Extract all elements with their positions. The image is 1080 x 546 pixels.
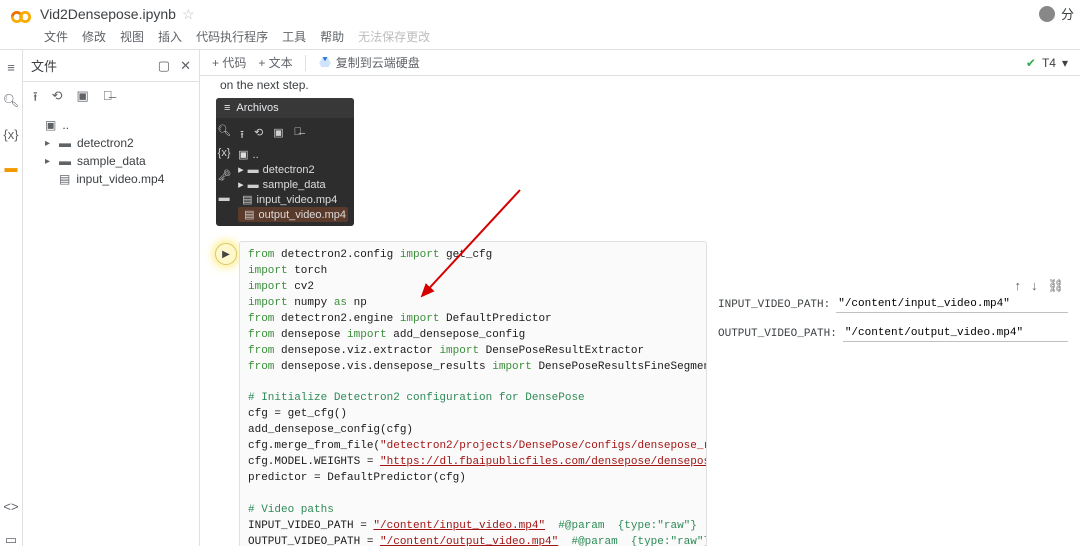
upload-icon[interactable]: ⭱ bbox=[33, 88, 38, 110]
copy-to-drive-label: 复制到云端硬盘 bbox=[336, 54, 420, 71]
left-rail: ≡ 🔍︎ {x} ▬ <> ▭ bbox=[0, 50, 23, 546]
menu-view[interactable]: 视图 bbox=[120, 28, 144, 45]
new-window-icon[interactable]: ▢ bbox=[158, 58, 170, 74]
param-input-label: INPUT_VIDEO_PATH: bbox=[718, 299, 830, 311]
status-check-icon: ✔ bbox=[1026, 56, 1036, 70]
dark-files-panel: ≡ Archivos 🔍︎ {x} 🗝 ▬ ⭱ ⟲ ▣ bbox=[216, 98, 354, 226]
search-icon[interactable]: 🔍︎ bbox=[3, 93, 20, 109]
tree-item[interactable]: ▤ input_video.mp4 bbox=[31, 170, 193, 188]
menu-insert[interactable]: 插入 bbox=[158, 28, 182, 45]
menu-runtime[interactable]: 代码执行程序 bbox=[196, 28, 268, 45]
cell-move-up-icon[interactable]: ↑ bbox=[1014, 278, 1021, 294]
tree-item[interactable]: ▸▬ detectron2 bbox=[31, 134, 193, 152]
param-output-label: OUTPUT_VIDEO_PATH: bbox=[718, 328, 837, 340]
files-tree: ▣ .. ▸▬ detectron2 ▸▬ sample_data ▤ inpu… bbox=[23, 114, 199, 188]
form-params: INPUT_VIDEO_PATH: OUTPUT_VIDEO_PATH: bbox=[718, 296, 1068, 354]
terminal-icon[interactable]: ▭ bbox=[5, 532, 17, 546]
cell-move-down-icon[interactable]: ↓ bbox=[1031, 278, 1038, 294]
tree-item-label: detectron2 bbox=[77, 136, 134, 150]
menu-help[interactable]: 帮助 bbox=[320, 28, 344, 45]
cell-link-icon[interactable]: ⛓ bbox=[1047, 278, 1064, 294]
menu-edit[interactable]: 修改 bbox=[82, 28, 106, 45]
dark-title: Archivos bbox=[236, 102, 278, 114]
dark-upload-icon: ⭱ bbox=[240, 126, 244, 145]
refresh-icon[interactable]: ⟲ bbox=[52, 88, 63, 110]
dark-refresh-icon: ⟲ bbox=[254, 126, 263, 145]
files-panel: 文件 ▢ ✕ ⭱ ⟲ ▣ 👁̶ ▣ .. ▸▬ detectron2 ▸▬ sa… bbox=[23, 50, 200, 546]
tree-item[interactable]: ▸▬ sample_data bbox=[31, 152, 193, 170]
separator bbox=[305, 55, 306, 71]
toolbar-chevron-down-icon[interactable]: ▾ bbox=[1062, 56, 1068, 70]
star-icon[interactable]: ☆ bbox=[182, 6, 195, 23]
tree-root[interactable]: ▣ .. bbox=[31, 116, 193, 134]
copy-to-drive-button[interactable]: 复制到云端硬盘 bbox=[318, 54, 420, 71]
avatar[interactable] bbox=[1039, 6, 1055, 22]
code-toggle-icon[interactable]: <> bbox=[3, 499, 18, 514]
code-cell: ▶ from detectron2.config import get_cfg … bbox=[212, 240, 1070, 546]
vars-icon[interactable]: {x} bbox=[3, 127, 18, 142]
dark-key-icon: 🗝 bbox=[217, 169, 231, 182]
dark-search-icon: 🔍︎ bbox=[217, 124, 231, 137]
add-text-button[interactable]: + 文本 bbox=[258, 54, 292, 71]
tree-item-label: sample_data bbox=[77, 154, 146, 168]
dark-hidden-icon: 👁̶ bbox=[294, 126, 302, 145]
cell-actions: ↑ ↓ ⛓ bbox=[1014, 278, 1064, 294]
colab-logo bbox=[10, 6, 32, 28]
dark-folder-icon: ▬ bbox=[219, 192, 230, 204]
hamburger-icon: ≡ bbox=[224, 102, 230, 114]
mount-drive-icon[interactable]: ▣ bbox=[76, 88, 88, 110]
tree-root-label: .. bbox=[62, 118, 69, 132]
param-output-field[interactable] bbox=[843, 325, 1068, 342]
text-line: on the next step. bbox=[210, 78, 1070, 98]
add-code-button[interactable]: + 代码 bbox=[212, 54, 246, 71]
dark-mount-icon: ▣ bbox=[273, 126, 283, 145]
notebook-title[interactable]: Vid2Densepose.ipynb bbox=[40, 6, 176, 22]
share-label[interactable]: 分 bbox=[1061, 4, 1074, 23]
files-title: 文件 bbox=[31, 56, 57, 75]
dark-item: sample_data bbox=[263, 179, 326, 191]
code-editor[interactable]: from detectron2.config import get_cfg im… bbox=[239, 241, 707, 546]
run-cell-button[interactable]: ▶ bbox=[215, 243, 237, 265]
files-icon[interactable]: ▬ bbox=[5, 160, 18, 175]
param-input-field[interactable] bbox=[836, 296, 1068, 313]
menu-file[interactable]: 文件 bbox=[44, 28, 68, 45]
menubar: 文件 修改 视图 插入 代码执行程序 工具 帮助 无法保存更改 bbox=[0, 26, 1080, 50]
toggle-hidden-icon[interactable]: 👁̶ bbox=[103, 88, 113, 110]
toc-icon[interactable]: ≡ bbox=[7, 60, 15, 75]
dark-vars-icon: {x} bbox=[218, 147, 231, 159]
dark-root: .. bbox=[253, 149, 259, 161]
cell-toolbar: + 代码 + 文本 复制到云端硬盘 ✔ T4 ▾ bbox=[200, 50, 1080, 76]
tree-item-label: input_video.mp4 bbox=[76, 172, 164, 186]
dark-item-highlighted: output_video.mp4 bbox=[259, 209, 346, 221]
dark-item: detectron2 bbox=[263, 164, 315, 176]
dark-item: input_video.mp4 bbox=[257, 194, 338, 206]
close-files-icon[interactable]: ✕ bbox=[180, 58, 191, 74]
runtime-status[interactable]: T4 bbox=[1042, 56, 1056, 70]
menu-tools[interactable]: 工具 bbox=[282, 28, 306, 45]
menu-saving: 无法保存更改 bbox=[358, 28, 430, 45]
